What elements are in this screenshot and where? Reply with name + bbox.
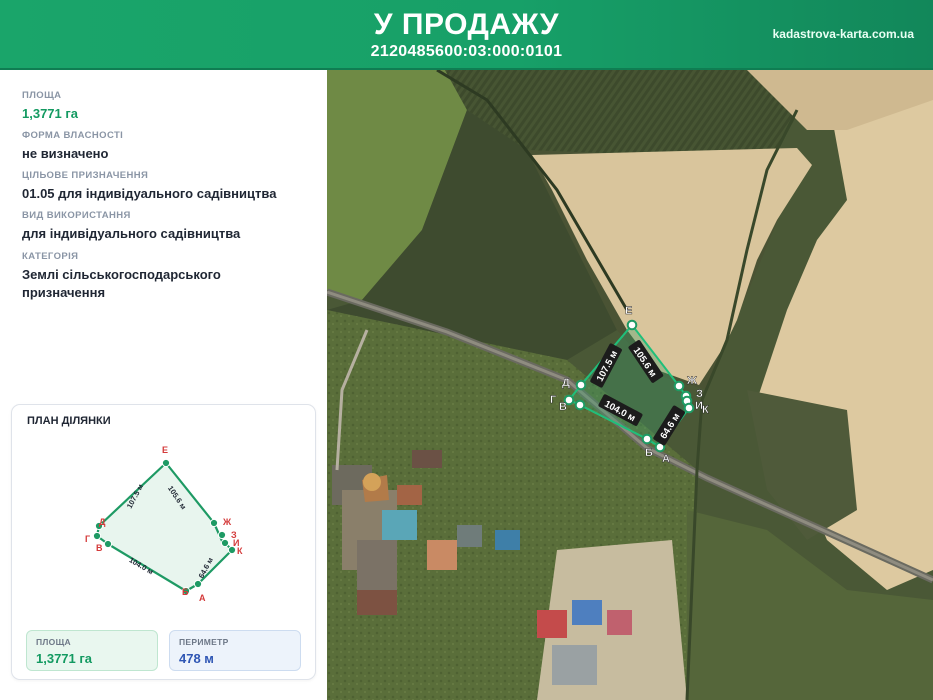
purpose-field: ЦІЛЬОВЕ ПРИЗНАЧЕННЯ 01.05 для індивідуал…	[22, 170, 317, 203]
map-vertex-d[interactable]	[575, 379, 587, 391]
map-vertex-b[interactable]	[641, 433, 653, 445]
purpose-label: ЦІЛЬОВЕ ПРИЗНАЧЕННЯ	[22, 170, 149, 181]
map-imagery: А Б В Г Д Е Ж З И К 107.5 м 105.6 м 104.…	[327, 70, 933, 700]
plan-vertex-a	[193, 579, 203, 589]
plan-vertex-z	[217, 530, 227, 540]
map-label-k: К	[702, 404, 709, 416]
area-value: 1,3771 га	[22, 106, 79, 121]
map-label-b: Б	[645, 447, 653, 459]
plan-label-zh: Ж	[222, 517, 232, 527]
plot-plan-card: ПЛАН ДІЛЯНКИ А Б В Г Д Е Ж З И К 107.5 м…	[11, 404, 316, 680]
ownership-label: ФОРМА ВЛАСНОСТІ	[22, 130, 124, 141]
plan-vertex-e	[161, 458, 171, 468]
ownership-field: ФОРМА ВЛАСНОСТІ не визначено	[22, 130, 317, 163]
map-vertex-e[interactable]	[626, 319, 638, 331]
plan-label-k: К	[237, 546, 243, 556]
map-vertex-k[interactable]	[683, 402, 695, 414]
perimeter-stat-box: ПЕРИМЕТР 478 м	[169, 630, 301, 671]
plan-parcel-polygon	[95, 461, 234, 593]
map-label-d: Д	[562, 377, 570, 389]
plan-label-g: Г	[85, 534, 90, 544]
usage-label: ВИД ВИКОРИСТАННЯ	[22, 210, 131, 221]
site-link[interactable]: kadastrova-karta.com.ua	[773, 27, 914, 41]
plan-vertex-g	[92, 531, 102, 541]
area-stat-label: ПЛОЩА	[36, 637, 71, 647]
satellite-map[interactable]: А Б В Г Д Е Ж З И К 107.5 м 105.6 м 104.…	[327, 70, 933, 700]
usage-value: для індивідуального садівництва	[22, 226, 241, 241]
category-value-line1: Землі сільськогосподарського	[22, 267, 221, 282]
map-label-v: В	[559, 401, 567, 413]
header-bar: У ПРОДАЖУ 2120485600:03:000:0101 kadastr…	[0, 0, 933, 70]
map-vertex-v[interactable]	[574, 399, 586, 411]
perimeter-stat-label: ПЕРИМЕТР	[179, 637, 229, 647]
category-label: КАТЕГОРІЯ	[22, 251, 79, 262]
area-stat-value: 1,3771 га	[36, 651, 93, 666]
plan-vertex-zh	[209, 518, 219, 528]
plan-label-d: Д	[99, 517, 106, 527]
ownership-value: не визначено	[22, 146, 109, 161]
map-label-zh: Ж	[686, 375, 697, 387]
plan-vertex-v	[103, 539, 113, 549]
area-label: ПЛОЩА	[22, 90, 62, 101]
map-label-g: Г	[550, 394, 557, 406]
perimeter-stat-value: 478 м	[179, 651, 214, 666]
plan-label-a: А	[199, 593, 206, 603]
map-label-z: З	[696, 388, 703, 400]
category-value-line2: призначення	[22, 285, 106, 300]
cadastral-number: 2120485600:03:000:0101	[370, 43, 563, 60]
purpose-value: 01.05 для індивідуального садівництва	[22, 186, 277, 201]
category-field: КАТЕГОРІЯ Землі сільськогосподарського п…	[22, 251, 317, 302]
plan-label-e: Е	[162, 445, 168, 455]
usage-field: ВИД ВИКОРИСТАННЯ для індивідуального сад…	[22, 210, 317, 243]
plan-label-b: Б	[182, 587, 189, 597]
area-field: ПЛОЩА 1,3771 га	[22, 90, 317, 123]
category-value: Землі сільськогосподарського призначення	[22, 266, 317, 302]
map-label-e: Е	[625, 305, 632, 317]
plan-label-v: В	[96, 543, 103, 553]
plan-vertex-y	[220, 538, 230, 548]
map-vertex-zh[interactable]	[673, 380, 685, 392]
map-label-a: А	[662, 453, 670, 465]
plot-plan-diagram: А Б В Г Д Е Ж З И К 107.5 м 105.6 м 104.…	[85, 445, 243, 603]
area-stat-box: ПЛОЩА 1,3771 га	[26, 630, 158, 671]
